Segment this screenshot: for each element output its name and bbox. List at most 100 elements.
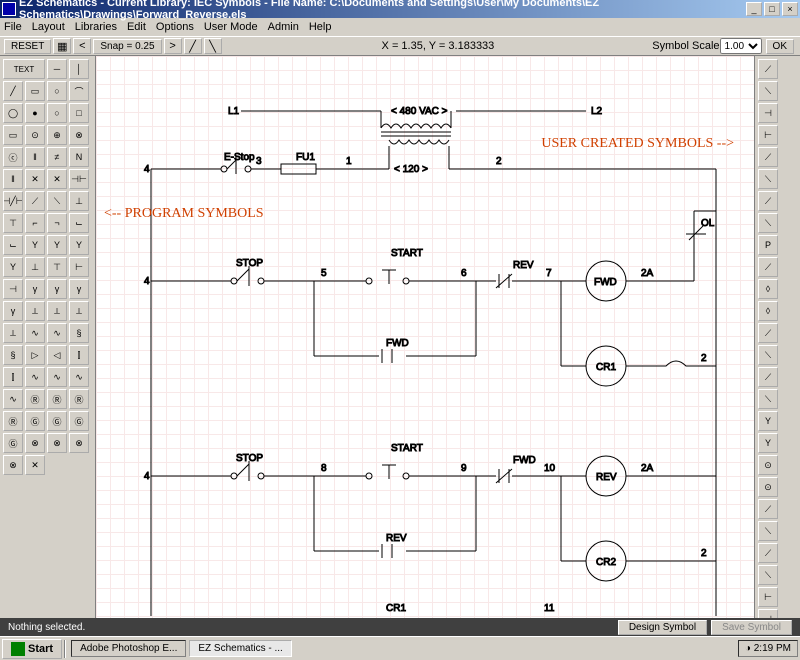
symbol-scale-select[interactable]: 1.00 (720, 38, 762, 54)
maximize-button[interactable]: □ (764, 2, 780, 16)
diode-icon[interactable]: ▷ (25, 345, 45, 365)
g4-icon[interactable]: Ⓖ (3, 433, 23, 453)
sym-e-icon[interactable]: Y (25, 235, 45, 255)
x2-icon[interactable]: ⊗ (47, 433, 67, 453)
switch2-icon[interactable]: ⟍ (47, 191, 67, 211)
symbol2-icon[interactable]: ⊕ (47, 125, 67, 145)
usym-16-icon[interactable]: Y (758, 411, 778, 431)
usym-8-icon[interactable]: ⟍ (758, 213, 778, 233)
sym-g-icon[interactable]: Y (69, 235, 89, 255)
cross2-icon[interactable]: ✕ (47, 169, 67, 189)
usym-p-icon[interactable]: P (758, 235, 778, 255)
sym-n-icon[interactable]: γ (47, 279, 67, 299)
diode2-icon[interactable]: ◁ (47, 345, 67, 365)
sym-l-icon[interactable]: ⊣ (3, 279, 23, 299)
coil2-icon[interactable]: ∿ (47, 323, 67, 343)
res2-icon[interactable]: ∿ (47, 367, 67, 387)
usym-20-icon[interactable]: ⟋ (758, 499, 778, 519)
sym-i-icon[interactable]: ⊥ (25, 257, 45, 277)
usym-18-icon[interactable]: ⊙ (758, 455, 778, 475)
drawing-canvas[interactable]: L1 < 480 VAC > L2 4 E-Stop 3 FU1 1 < (96, 56, 754, 618)
coil-icon[interactable]: ∿ (25, 323, 45, 343)
r4-icon[interactable]: Ⓡ (3, 411, 23, 431)
reset-button[interactable]: RESET (4, 39, 51, 54)
line-h-icon[interactable]: ─ (47, 59, 67, 79)
menu-help[interactable]: Help (309, 21, 332, 33)
usym-22-icon[interactable]: ⟋ (758, 543, 778, 563)
menu-usermode[interactable]: User Mode (204, 21, 258, 33)
sym-p-icon[interactable]: γ (3, 301, 23, 321)
sym-d-icon[interactable]: ⌙ (3, 235, 23, 255)
r3-icon[interactable]: Ⓡ (69, 389, 89, 409)
curve-tool-icon[interactable]: ⌒ (69, 81, 89, 101)
pb-icon[interactable]: ⊥ (69, 191, 89, 211)
xfmr-icon[interactable]: § (69, 323, 89, 343)
res-icon[interactable]: ∿ (25, 367, 45, 387)
line-diag-icon[interactable]: ╱ (3, 81, 23, 101)
usym-11-icon[interactable]: ◊ (758, 301, 778, 321)
g2-icon[interactable]: Ⓖ (47, 411, 67, 431)
cap-icon[interactable]: ⫿ (69, 345, 89, 365)
r2-icon[interactable]: Ⓡ (47, 389, 67, 409)
neq-icon[interactable]: ≠ (47, 147, 67, 167)
usym-2-icon[interactable]: ⟍ (758, 81, 778, 101)
sym-t-icon[interactable]: ⟂ (3, 323, 23, 343)
rect-tool-icon[interactable]: ▭ (25, 81, 45, 101)
ellipse-tool-icon[interactable]: ○ (47, 81, 67, 101)
sym-o-icon[interactable]: γ (69, 279, 89, 299)
dotted-rect-icon[interactable]: ▭ (3, 125, 23, 145)
line-tool-icon[interactable]: ╱ (184, 38, 202, 54)
contact-no-icon[interactable]: ⊣⊢ (69, 169, 89, 189)
ok-button[interactable]: OK (766, 39, 794, 54)
symbol-icon[interactable]: ⊙ (25, 125, 45, 145)
usym-24-icon[interactable]: ⊢ (758, 587, 778, 607)
xfmr2-icon[interactable]: § (3, 345, 23, 365)
switch-icon[interactable]: ⟋ (25, 191, 45, 211)
line-v-icon[interactable]: │ (69, 59, 89, 79)
usym-25-icon[interactable]: ⊣ (758, 609, 778, 618)
n-icon[interactable]: N (69, 147, 89, 167)
cross-icon[interactable]: ✕ (25, 169, 45, 189)
usym-19-icon[interactable]: ⊙ (758, 477, 778, 497)
sym-q-icon[interactable]: ⟂ (25, 301, 45, 321)
usym-6-icon[interactable]: ⟍ (758, 169, 778, 189)
x4-icon[interactable]: ⊗ (3, 455, 23, 475)
usym-1-icon[interactable]: ⟋ (758, 59, 778, 79)
usym-10-icon[interactable]: ◊ (758, 279, 778, 299)
usym-5-icon[interactable]: ⟋ (758, 147, 778, 167)
line-tool2-icon[interactable]: ╲ (204, 38, 222, 54)
cap2-icon[interactable]: ⫿ (3, 367, 23, 387)
sym-a-icon[interactable]: ⌐ (25, 213, 45, 233)
sym-h-icon[interactable]: Y (3, 257, 23, 277)
sym-r-icon[interactable]: ⟂ (47, 301, 67, 321)
contact-nc-icon[interactable]: ⊣╱⊢ (3, 191, 23, 211)
sym-k-icon[interactable]: ⊢ (69, 257, 89, 277)
grid-icon[interactable]: ▦ (53, 38, 71, 54)
usym-21-icon[interactable]: ⟍ (758, 521, 778, 541)
usym-12-icon[interactable]: ⟋ (758, 323, 778, 343)
usym-13-icon[interactable]: ⟍ (758, 345, 778, 365)
pb2-icon[interactable]: ⊤ (3, 213, 23, 233)
vbar-icon[interactable]: ‖ (25, 147, 45, 167)
sym-s-icon[interactable]: ⟂ (69, 301, 89, 321)
usym-14-icon[interactable]: ⟋ (758, 367, 778, 387)
x3-icon[interactable]: ⊗ (69, 433, 89, 453)
menu-file[interactable]: File (4, 21, 22, 33)
taskbar-item-ezschematics[interactable]: EZ Schematics - ... (189, 640, 291, 657)
usym-7-icon[interactable]: ⟋ (758, 191, 778, 211)
scroll-left-button[interactable]: < (73, 38, 91, 54)
menu-layout[interactable]: Layout (32, 21, 65, 33)
wave2-icon[interactable]: ∿ (3, 389, 23, 409)
taskbar-item-photoshop[interactable]: Adobe Photoshop E... (71, 640, 186, 657)
g-icon[interactable]: Ⓖ (25, 411, 45, 431)
usym-17-icon[interactable]: Y (758, 433, 778, 453)
usym-15-icon[interactable]: ⟍ (758, 389, 778, 409)
usym-3-icon[interactable]: ⊣ (758, 103, 778, 123)
system-tray[interactable]: ◑ 2:19 PM (738, 640, 798, 657)
sym-b-icon[interactable]: ¬ (47, 213, 67, 233)
text-tool[interactable]: TEXT (3, 59, 45, 79)
start-button[interactable]: Start (2, 639, 62, 659)
usym-4-icon[interactable]: ⊢ (758, 125, 778, 145)
scroll-right-button[interactable]: > (164, 38, 182, 54)
sym-m-icon[interactable]: γ (25, 279, 45, 299)
